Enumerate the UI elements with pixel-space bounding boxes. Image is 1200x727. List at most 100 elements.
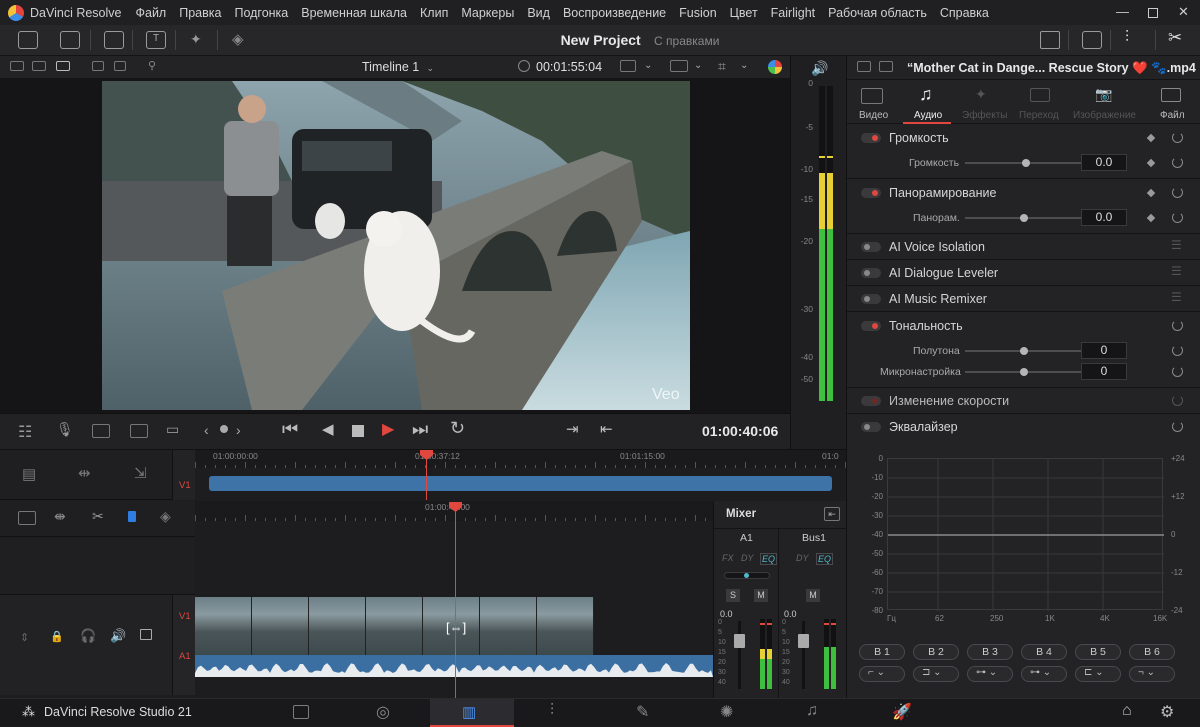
color-page-icon[interactable]: ✎ [636, 702, 649, 722]
av-clip[interactable] [195, 597, 713, 677]
inspector-toggle-icon[interactable]: ✂ [1168, 28, 1182, 48]
a1-fx-label[interactable]: FX [722, 553, 734, 563]
eq-band-shape-selector[interactable]: ⌐ ⌄ [859, 666, 905, 682]
previous-marker-icon[interactable]: ‹ [204, 422, 209, 438]
eq-band-button[interactable]: B 1 [859, 644, 905, 660]
a1-eq-label[interactable]: EQ [760, 553, 778, 565]
home-icon[interactable]: ⌂ [1122, 702, 1132, 720]
pan-value[interactable]: 0.0 [1081, 209, 1127, 226]
microphone-icon[interactable]: 🎙 [56, 421, 74, 438]
slider-knob[interactable] [1020, 214, 1028, 222]
mixer-collapse-icon[interactable]: ⇤ [824, 507, 840, 521]
chevron-down-icon[interactable]: ⌄ [694, 60, 702, 71]
lock-icon[interactable]: 🔒 [50, 630, 64, 643]
minimize-icon[interactable]: — [1116, 4, 1129, 19]
speaker-icon[interactable]: 🔊 [110, 628, 126, 644]
ai-voice-toggle[interactable] [861, 242, 881, 252]
video-tab-icon[interactable] [861, 88, 883, 104]
fullscreen-icon[interactable] [1082, 31, 1102, 49]
reset-icon[interactable] [1172, 345, 1183, 356]
transition-icon[interactable] [1030, 88, 1050, 102]
volume-slider[interactable] [965, 159, 1083, 167]
music-note-icon[interactable]: ♫ [919, 84, 933, 105]
eq-band-shape-selector[interactable]: ⊏ ⌄ [1075, 666, 1121, 682]
fairlight-page-icon[interactable]: ✺ [720, 702, 733, 722]
menu-item[interactable]: Fairlight [771, 6, 815, 20]
trim-icon[interactable]: ⇼ [54, 508, 66, 525]
keyframe-icon[interactable] [1146, 213, 1156, 223]
reset-icon[interactable] [1172, 395, 1183, 406]
panel-split-icon[interactable] [879, 61, 893, 72]
file-icon[interactable] [1161, 88, 1181, 102]
drag-handle-icon[interactable]: ☰ [1171, 290, 1182, 304]
bus-eq-label[interactable]: EQ [816, 553, 834, 565]
timeline-selector[interactable]: Timeline 1 ⌄ [362, 60, 434, 74]
ai-music-toggle[interactable] [861, 294, 881, 304]
menu-item[interactable]: Воспроизведение [563, 6, 666, 20]
pitch-toggle[interactable] [861, 321, 881, 331]
reset-icon[interactable] [1172, 320, 1183, 331]
pin-icon[interactable]: ⚲ [148, 59, 156, 72]
edit-page-tab[interactable]: ▥ [430, 699, 514, 727]
clip-view-icon[interactable] [32, 61, 46, 71]
share-icon[interactable] [1040, 31, 1060, 49]
zoom-icon[interactable]: ⇲ [134, 464, 147, 482]
headphones-icon[interactable]: 🎧 [80, 628, 96, 644]
semitones-slider[interactable] [965, 347, 1083, 355]
eq-band-shape-selector[interactable]: ⊐ ⌄ [913, 666, 959, 682]
cents-slider[interactable] [965, 368, 1083, 376]
mark-in-icon[interactable]: ⇥ [566, 420, 579, 438]
camera-icon[interactable]: 📷 [1095, 86, 1112, 103]
eq-band-shape-selector[interactable]: ¬ ⌄ [1129, 666, 1175, 682]
menu-item[interactable]: Рабочая область [828, 6, 927, 20]
cents-value[interactable]: 0 [1081, 363, 1127, 380]
viewer-size-icon[interactable] [620, 60, 636, 72]
menu-item[interactable]: Подгонка [234, 6, 288, 20]
settings-gear-icon[interactable]: ⚙ [1160, 702, 1174, 722]
film-icon[interactable] [140, 629, 152, 640]
volume-toggle[interactable] [861, 133, 881, 143]
media-page-icon[interactable] [293, 705, 309, 719]
drag-handle-icon[interactable]: ☰ [1171, 238, 1182, 252]
slider-knob[interactable] [1022, 159, 1031, 167]
hd-output-icon[interactable] [670, 60, 688, 72]
eq-band-button[interactable]: B 2 [913, 644, 959, 660]
reset-icon[interactable] [1172, 421, 1183, 432]
eq-band-button[interactable]: B 3 [967, 644, 1013, 660]
list-icon[interactable] [114, 61, 126, 71]
effects-wand-icon[interactable]: ✦ [975, 86, 987, 103]
eq-graph[interactable] [887, 458, 1164, 611]
bus-dy-label[interactable]: DY [796, 553, 809, 563]
mark-out-icon[interactable]: ⇤ [600, 420, 613, 438]
a1-fader-knob[interactable] [734, 634, 745, 648]
menu-item[interactable]: Временная шкала [301, 6, 407, 20]
menu-item[interactable]: Файл [135, 6, 166, 20]
eq-band-button[interactable]: B 4 [1021, 644, 1067, 660]
slider-knob[interactable] [1020, 347, 1028, 355]
speed-toggle[interactable] [861, 396, 881, 406]
eq-band-shape-selector[interactable]: ⊶ ⌄ [1021, 666, 1067, 682]
go-to-start-icon[interactable]: ⏮ [282, 419, 298, 440]
eq-band-button[interactable]: B 6 [1129, 644, 1175, 660]
bus-fader-knob[interactable] [798, 634, 809, 648]
inspector-icon[interactable] [857, 61, 871, 72]
tab-audio[interactable]: Аудио [914, 110, 942, 121]
a1-dy-label[interactable]: DY [741, 553, 754, 563]
fill-screen-icon[interactable]: ▭ [166, 421, 179, 438]
sliders-icon[interactable]: ☷ [18, 422, 32, 442]
deliver-page-icon[interactable]: 🚀 [892, 702, 912, 722]
layout-icon[interactable] [10, 61, 24, 71]
marker-dot-icon[interactable] [220, 425, 228, 433]
tab-transition[interactable]: Переход [1019, 110, 1059, 121]
snap-icon[interactable] [18, 511, 36, 525]
menu-item[interactable]: Цвет [730, 6, 758, 20]
ai-dialogue-toggle[interactable] [861, 268, 881, 278]
play-reverse-icon[interactable]: ◀ [322, 420, 334, 438]
menu-item[interactable]: Справка [940, 6, 989, 20]
mini-clip-bar[interactable] [209, 476, 832, 491]
viewer[interactable]: Veo [0, 78, 790, 413]
current-timecode[interactable]: 01:00:40:06 [702, 423, 778, 439]
cut-page-icon[interactable]: ◎ [376, 702, 390, 722]
eq-band-button[interactable]: B 5 [1075, 644, 1121, 660]
effects-library-icon[interactable] [60, 31, 80, 49]
